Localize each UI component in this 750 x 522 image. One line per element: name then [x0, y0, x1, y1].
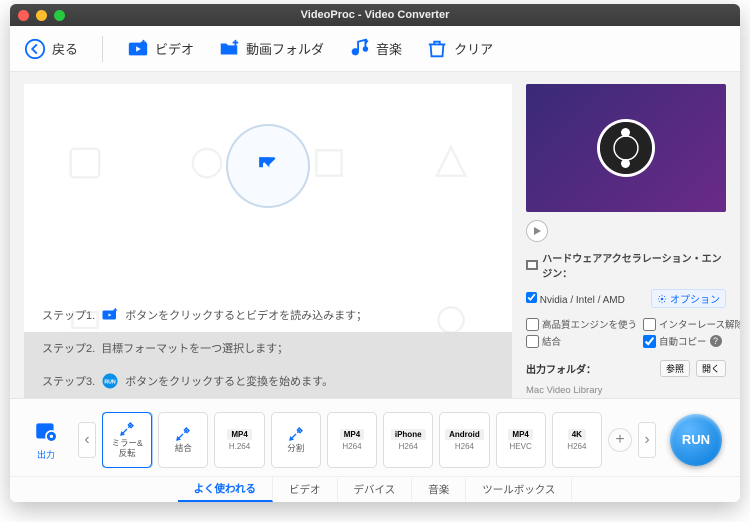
- format-badge: iPhone: [391, 429, 426, 440]
- format-item[interactable]: ミラー&反転: [102, 412, 152, 468]
- browse-button[interactable]: 参照: [660, 360, 690, 377]
- output-profile-button[interactable]: 出力: [20, 419, 72, 461]
- format-item[interactable]: MP4 H.264: [214, 412, 264, 468]
- back-icon: [24, 38, 46, 60]
- category-tab[interactable]: よく使われる: [178, 477, 273, 502]
- step-2: ステップ2. 目標フォーマットを一つ選択します；: [24, 332, 512, 364]
- options-label: オプション: [670, 291, 720, 306]
- format-item[interactable]: 結合: [158, 412, 208, 468]
- tool-icon: [175, 426, 191, 442]
- deinterlace-checkbox[interactable]: インターレース解除: [643, 317, 740, 331]
- format-item[interactable]: Android H264: [439, 412, 489, 468]
- step1-prefix: ステップ1.: [42, 307, 95, 323]
- scroll-left-button[interactable]: ‹: [78, 422, 96, 458]
- video-plus-icon: [101, 306, 119, 324]
- toolbar: 戻る ビデオ 動画フォルダ 音楽 クリア: [10, 26, 740, 72]
- category-tab[interactable]: ツールボックス: [466, 478, 572, 501]
- run-button[interactable]: RUN: [670, 414, 722, 466]
- autocopy-checkbox[interactable]: 自動コピー ?: [643, 334, 740, 348]
- step3-suffix: ボタンをクリックすると変換を始めます。: [125, 373, 333, 389]
- step3-prefix: ステップ3.: [42, 373, 95, 389]
- format-item[interactable]: MP4 H264: [327, 412, 377, 468]
- cpu-icon: [526, 260, 538, 270]
- play-button[interactable]: [526, 220, 548, 242]
- format-title: ミラー&反転: [112, 439, 143, 458]
- preview-pane: [526, 84, 726, 212]
- format-item[interactable]: 分割: [271, 412, 321, 468]
- format-sub: H.264: [229, 442, 250, 451]
- video-plus-icon: [127, 38, 149, 60]
- music-plus-icon: [348, 38, 370, 60]
- format-item[interactable]: 4K H264: [552, 412, 602, 468]
- titlebar: VideoProc - Video Converter: [10, 4, 740, 26]
- format-badge: Android: [445, 429, 484, 440]
- format-title: 分割: [287, 444, 304, 453]
- output-label: 出力: [37, 448, 55, 461]
- format-list: ミラー&反転結合MP4H.264分割MP4H264iPhoneH264Andro…: [102, 412, 602, 468]
- output-path: Mac Video Library: [526, 385, 726, 396]
- format-item[interactable]: iPhone H264: [383, 412, 433, 468]
- gpu-checkbox[interactable]: Nvidia / Intel / AMD: [526, 292, 625, 306]
- add-video-button[interactable]: ビデオ: [127, 38, 194, 60]
- clear-label: クリア: [454, 39, 493, 58]
- category-tab[interactable]: 音楽: [412, 478, 466, 501]
- add-format-button[interactable]: +: [608, 428, 632, 452]
- step-3: ステップ3. RUN ボタンをクリックすると変換を始めます。: [24, 364, 512, 398]
- drop-zone[interactable]: ステップ1. ボタンをクリックするとビデオを読み込みます； ステップ2. 目標フ…: [24, 84, 512, 398]
- drop-circle[interactable]: [226, 124, 310, 208]
- back-button[interactable]: 戻る: [24, 38, 78, 60]
- folder-plus-icon: [218, 38, 240, 60]
- join-checkbox[interactable]: 結合: [526, 334, 637, 348]
- step2-prefix: ステップ2.: [42, 340, 95, 356]
- gear-icon: [657, 294, 667, 304]
- trash-icon: [426, 38, 448, 60]
- format-badge: MP4: [340, 429, 364, 440]
- step1-suffix: ボタンをクリックするとビデオを読み込みます；: [125, 307, 367, 323]
- format-badge: MP4: [227, 429, 251, 440]
- format-sub: H264: [399, 442, 418, 451]
- hq-engine-checkbox[interactable]: 高品質エンジンを使う: [526, 317, 637, 331]
- add-music-button[interactable]: 音楽: [348, 38, 402, 60]
- output-folder-label: 出力フォルダ：: [526, 361, 596, 376]
- add-folder-button[interactable]: 動画フォルダ: [218, 38, 324, 60]
- open-button[interactable]: 開く: [696, 360, 726, 377]
- format-sub: H264: [342, 442, 361, 451]
- music-label: 音楽: [376, 39, 402, 58]
- step-1: ステップ1. ボタンをクリックするとビデオを読み込みます；: [24, 298, 512, 332]
- step2-text: 目標フォーマットを一つ選択します；: [101, 340, 288, 356]
- output-gear-icon: [33, 419, 59, 445]
- format-sub: HEVC: [510, 442, 532, 451]
- window-title: VideoProc - Video Converter: [10, 9, 740, 21]
- format-badge: 4K: [568, 429, 586, 440]
- folder-label: 動画フォルダ: [246, 39, 324, 58]
- tool-icon: [288, 426, 304, 442]
- tool-icon: [119, 421, 135, 437]
- format-item[interactable]: MP4 HEVC: [496, 412, 546, 468]
- clear-button[interactable]: クリア: [426, 38, 493, 60]
- svg-text:RUN: RUN: [105, 379, 117, 385]
- format-sub: H264: [567, 442, 586, 451]
- divider: [102, 36, 103, 62]
- run-icon: RUN: [101, 372, 119, 390]
- format-sub: H264: [455, 442, 474, 451]
- back-label: 戻る: [52, 39, 78, 58]
- category-tabs: よく使われるビデオデバイス音楽ツールボックス: [10, 476, 740, 502]
- format-badge: MP4: [508, 429, 532, 440]
- category-tab[interactable]: デバイス: [338, 478, 413, 501]
- video-label: ビデオ: [155, 39, 194, 58]
- options-button[interactable]: オプション: [651, 289, 726, 308]
- upload-arrow-icon: [253, 151, 283, 181]
- gpu-label: Nvidia / Intel / AMD: [540, 295, 625, 306]
- category-tab[interactable]: ビデオ: [273, 478, 338, 501]
- format-title: 結合: [175, 444, 192, 453]
- scroll-right-button[interactable]: ›: [638, 422, 656, 458]
- play-icon: [532, 226, 542, 236]
- help-icon[interactable]: ?: [710, 335, 722, 347]
- hw-accel-title: ハードウェアアクセラレーション・エンジン：: [526, 250, 726, 280]
- film-reel-icon: [600, 122, 652, 174]
